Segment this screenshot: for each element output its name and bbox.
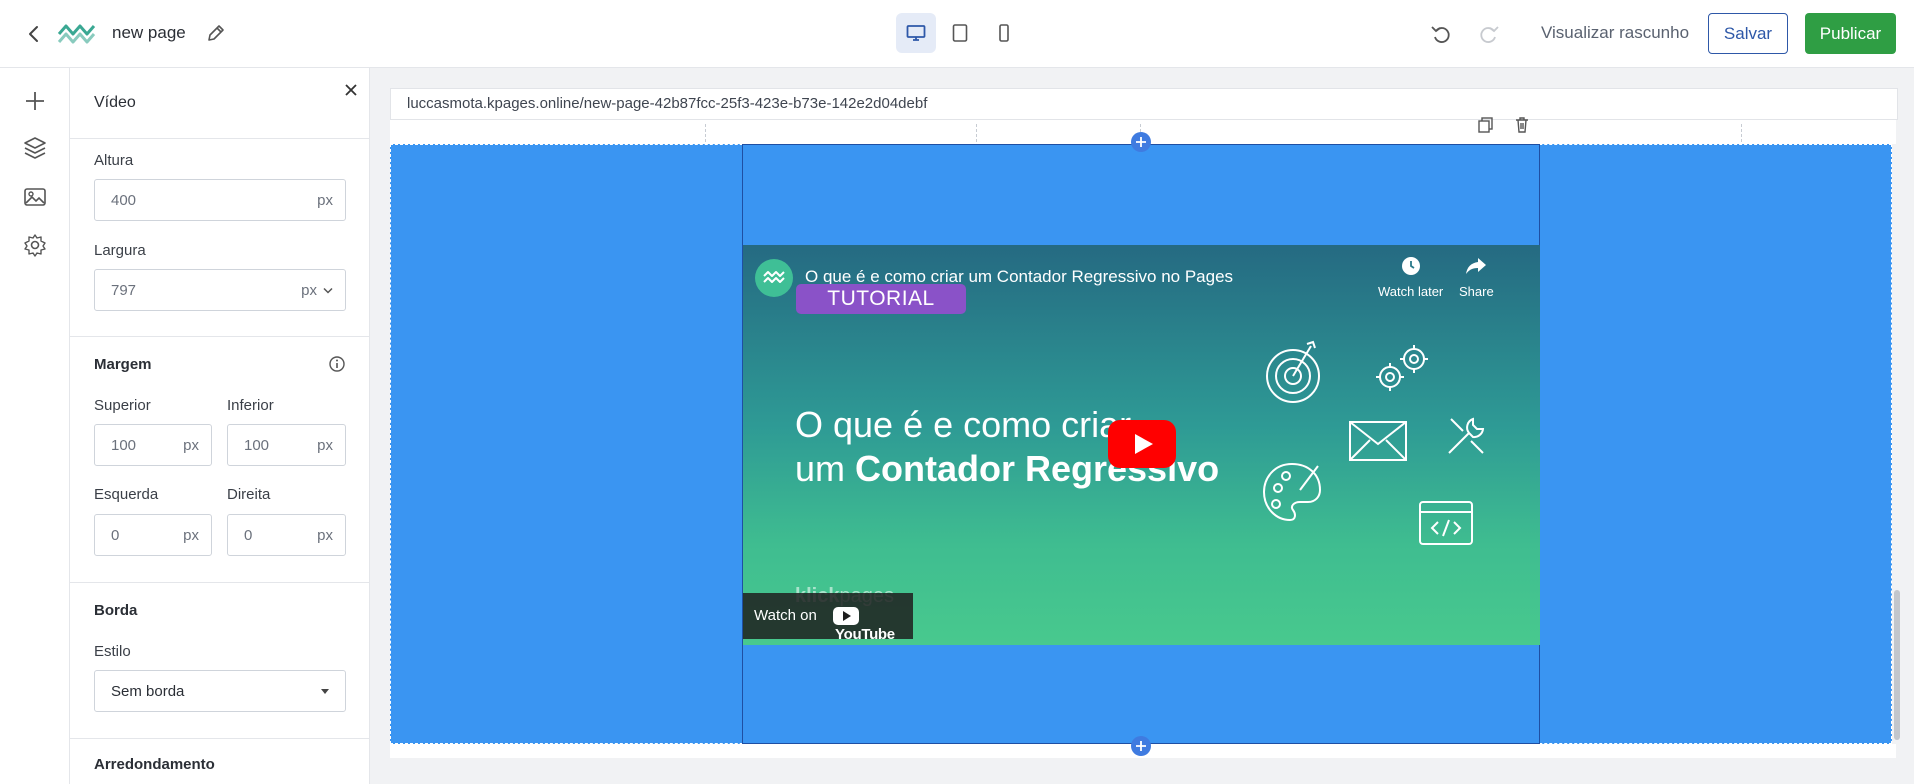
height-label: Altura <box>94 152 134 169</box>
envelope-icon <box>1349 421 1407 461</box>
column-guide <box>1741 124 1742 142</box>
panel-title: Vídeo <box>94 94 136 111</box>
desktop-view-button[interactable] <box>896 13 936 53</box>
add-element-icon[interactable] <box>22 88 48 114</box>
divider <box>70 336 369 337</box>
trash-icon[interactable] <box>1513 116 1531 134</box>
watch-on-label: Watch on <box>754 607 817 624</box>
margin-bottom-unit: px <box>317 437 333 454</box>
info-icon[interactable] <box>328 355 346 373</box>
preview-draft-link[interactable]: Visualizar rascunho <box>1541 23 1689 43</box>
chevron-down-icon <box>323 287 333 294</box>
margin-top-label: Superior <box>94 397 151 414</box>
layers-icon[interactable] <box>22 135 48 161</box>
margin-left-unit: px <box>183 527 199 544</box>
border-style-select[interactable]: Sem borda <box>94 670 346 712</box>
margin-right-unit: px <box>317 527 333 544</box>
tablet-view-button[interactable] <box>940 13 980 53</box>
youtube-video-embed[interactable]: O que é e como criar um Contador Regress… <box>743 245 1540 645</box>
mobile-view-button[interactable] <box>984 13 1024 53</box>
margin-bottom-value: 100 <box>244 437 270 454</box>
margin-right-input[interactable]: 0 px <box>227 514 346 556</box>
page-name: new page <box>112 23 186 42</box>
brand-logo-icon <box>56 20 98 48</box>
code-window-icon <box>1419 501 1473 545</box>
headline-line-2-prefix: um <box>795 448 856 489</box>
video-settings-panel: Vídeo Altura 400 px Largura 797 px Marge… <box>70 68 370 784</box>
settings-gear-icon[interactable] <box>22 232 48 258</box>
width-label: Largura <box>94 242 146 259</box>
redo-icon[interactable] <box>1477 22 1501 46</box>
gears-icon <box>1376 345 1428 391</box>
width-input[interactable]: 797 px <box>94 269 346 311</box>
watch-on-youtube-button[interactable]: Watch on YouTube <box>743 593 913 643</box>
height-unit: px <box>317 192 333 209</box>
margin-section-title: Margem <box>94 356 152 373</box>
margin-bottom-label: Inferior <box>227 397 274 414</box>
divider <box>70 138 369 139</box>
divider <box>70 582 369 583</box>
watch-later-button[interactable]: Watch later <box>1378 255 1443 299</box>
margin-left-label: Esquerda <box>94 486 159 503</box>
margin-left-value: 0 <box>111 527 120 544</box>
height-input[interactable]: 400 px <box>94 179 346 221</box>
add-section-below-icon[interactable] <box>1131 736 1151 756</box>
youtube-wordmark: YouTube <box>835 625 895 643</box>
share-label: Share <box>1459 284 1494 299</box>
watch-later-label: Watch later <box>1378 284 1444 299</box>
share-button[interactable]: Share <box>1459 255 1494 299</box>
border-style-value: Sem borda <box>111 683 185 700</box>
desktop-icon <box>906 25 926 41</box>
mobile-icon <box>999 24 1009 42</box>
margin-bottom-input[interactable]: 100 px <box>227 424 346 466</box>
headline-line-1: O que é e como criar <box>795 404 1132 445</box>
height-value: 400 <box>111 192 137 209</box>
width-value: 797 <box>111 282 137 299</box>
image-gallery-icon[interactable] <box>22 184 48 210</box>
channel-avatar[interactable] <box>755 259 793 297</box>
rounding-section-title: Arredondamento <box>94 756 215 773</box>
pencil-icon[interactable] <box>205 22 227 44</box>
palette-icon <box>1262 462 1322 522</box>
save-button[interactable]: Salvar <box>1708 13 1788 54</box>
caret-down-icon <box>321 689 329 694</box>
target-icon <box>1266 340 1320 403</box>
youtube-logo: YouTube <box>833 607 913 643</box>
share-icon <box>1466 258 1487 274</box>
column-guide <box>976 124 977 142</box>
youtube-play-icon <box>833 607 859 626</box>
width-unit-select[interactable]: px <box>301 282 317 299</box>
margin-top-unit: px <box>183 437 199 454</box>
publish-button[interactable]: Publicar <box>1805 13 1896 54</box>
tutorial-badge: TUTORIAL <box>796 284 966 314</box>
clock-icon <box>1401 257 1420 275</box>
margin-right-value: 0 <box>244 527 253 544</box>
margin-top-value: 100 <box>111 437 137 454</box>
divider <box>70 738 369 739</box>
margin-top-input[interactable]: 100 px <box>94 424 212 466</box>
border-section-title: Borda <box>94 602 138 619</box>
close-icon[interactable] <box>342 81 360 99</box>
top-bar: new page Visualizar rascunho Salvar Publ… <box>0 0 1914 68</box>
canvas-scrollbar[interactable] <box>1894 590 1900 740</box>
add-section-above-icon[interactable] <box>1131 132 1151 152</box>
page-url-bar: luccasmota.kpages.online/new-page-42b87f… <box>390 88 1898 120</box>
margin-right-label: Direita <box>227 486 271 503</box>
undo-icon[interactable] <box>1429 22 1453 46</box>
margin-left-input[interactable]: 0 px <box>94 514 212 556</box>
tools-icon <box>1448 417 1485 454</box>
duplicate-icon[interactable] <box>1477 116 1495 134</box>
border-style-label: Estilo <box>94 643 131 660</box>
column-guide <box>705 124 706 142</box>
play-button[interactable] <box>1108 420 1176 468</box>
tablet-icon <box>952 24 968 42</box>
tool-rail <box>0 68 70 784</box>
back-arrow-icon[interactable] <box>22 22 46 46</box>
